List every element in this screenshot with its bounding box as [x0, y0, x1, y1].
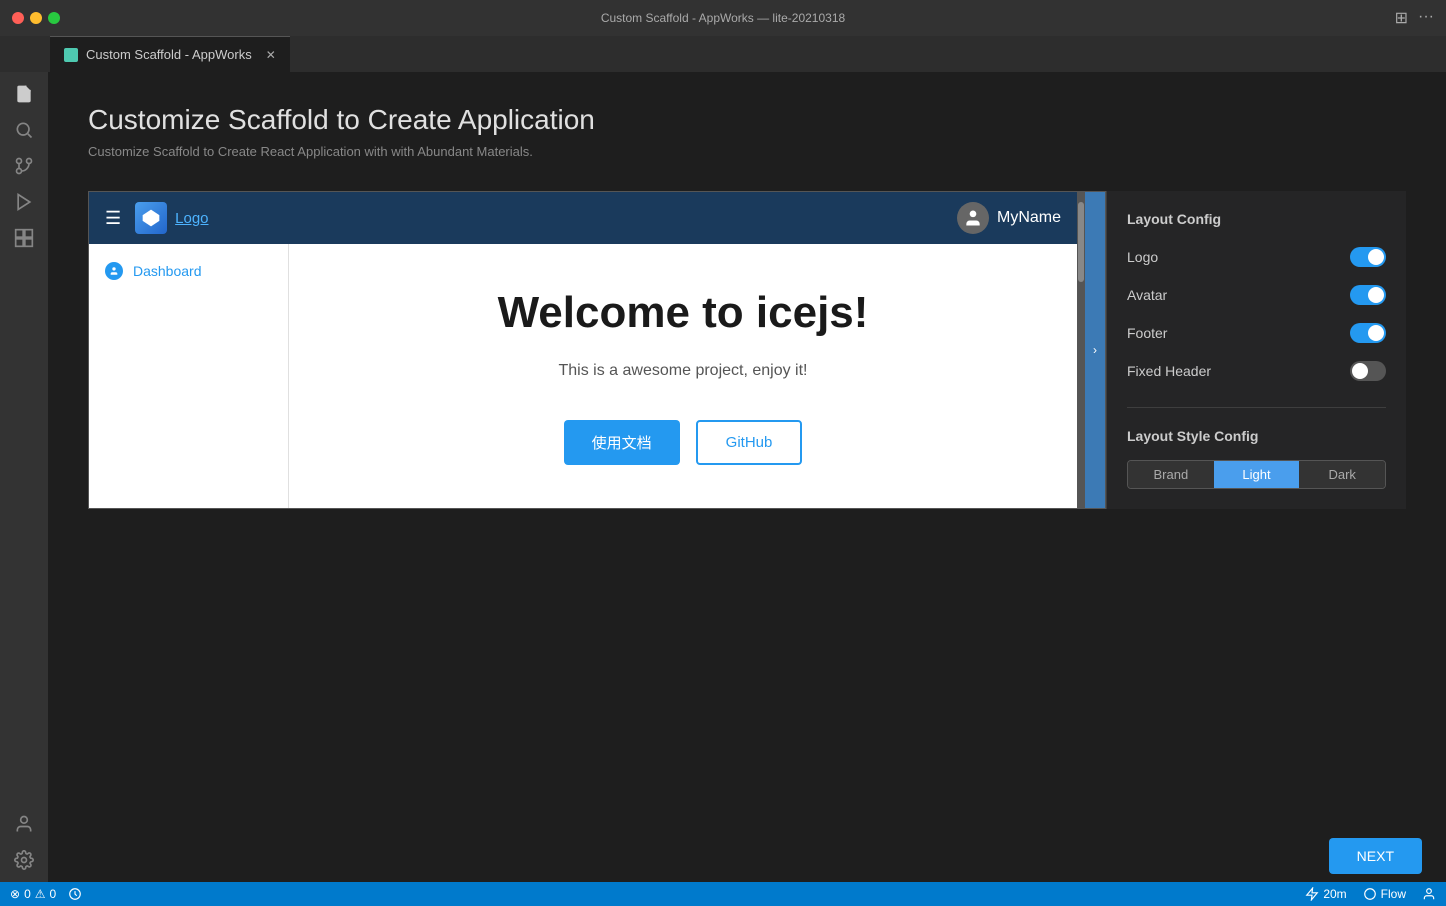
maximize-button[interactable]: [48, 12, 60, 24]
close-button[interactable]: [12, 12, 24, 24]
preview-container: ☰ Logo: [88, 191, 1406, 509]
logo-toggle[interactable]: [1350, 247, 1386, 267]
flow-label: Flow: [1381, 887, 1406, 901]
layout-config-title: Layout Config: [1127, 211, 1386, 227]
welcome-buttons: 使用文档 GitHub: [564, 420, 803, 465]
next-button[interactable]: NEXT: [1329, 838, 1422, 874]
welcome-subtitle: This is a awesome project, enjoy it!: [559, 362, 808, 380]
tab-icon: [64, 48, 78, 62]
app-body: Dashboard Welcome to icejs! This is a aw…: [89, 244, 1077, 508]
history-icon[interactable]: [68, 887, 82, 901]
toggle-knob-4: [1352, 363, 1368, 379]
preview-frame: ☰ Logo: [89, 192, 1077, 508]
avatar-toggle[interactable]: [1350, 285, 1386, 305]
config-logo-label: Logo: [1127, 249, 1158, 265]
config-avatar-row: Avatar: [1127, 285, 1386, 305]
tab-close-button[interactable]: ✕: [266, 48, 276, 62]
search-icon[interactable]: [10, 116, 38, 144]
scrollbar-thumb: [1078, 202, 1084, 282]
minimize-button[interactable]: [30, 12, 42, 24]
app-main-content: Welcome to icejs! This is a awesome proj…: [289, 244, 1077, 508]
settings-icon[interactable]: [10, 846, 38, 874]
warning-icon: ⚠: [35, 887, 46, 901]
status-left: ⊗ 0 ⚠ 0: [10, 887, 82, 901]
scrollbar[interactable]: [1077, 192, 1085, 508]
avatar-name: MyName: [997, 209, 1061, 227]
divider: [1127, 407, 1386, 408]
titlebar: Custom Scaffold - AppWorks — lite-202103…: [0, 0, 1446, 36]
titlebar-actions: ⊞ ···: [1395, 8, 1434, 28]
app-sidebar: Dashboard: [89, 244, 289, 508]
menu-icon[interactable]: ☰: [105, 208, 121, 229]
account-icon[interactable]: [10, 810, 38, 838]
source-control-icon[interactable]: [10, 152, 38, 180]
right-panel: Layout Config Logo Avatar: [1106, 191, 1406, 509]
footer-toggle[interactable]: [1350, 323, 1386, 343]
user-avatar: MyName: [957, 202, 1061, 234]
config-fixed-header-row: Fixed Header: [1127, 361, 1386, 381]
editor-content: Customize Scaffold to Create Application…: [48, 72, 1446, 882]
docs-button[interactable]: 使用文档: [564, 420, 680, 465]
style-brand-button[interactable]: Brand: [1128, 461, 1214, 488]
config-logo-row: Logo: [1127, 247, 1386, 267]
active-tab[interactable]: Custom Scaffold - AppWorks ✕: [50, 36, 290, 72]
editor-area: Customize Scaffold to Create Application…: [48, 72, 1446, 882]
warning-count: 0: [50, 887, 57, 901]
style-light-button[interactable]: Light: [1214, 461, 1300, 488]
error-icon: ⊗: [10, 887, 20, 901]
config-fixed-header-label: Fixed Header: [1127, 363, 1211, 379]
style-buttons: Brand Light Dark: [1127, 460, 1386, 489]
tab-label: Custom Scaffold - AppWorks: [86, 47, 252, 62]
avatar-image: [957, 202, 989, 234]
time-indicator: 20m: [1305, 887, 1346, 901]
page-subtitle: Customize Scaffold to Create React Appli…: [88, 144, 1406, 159]
config-avatar-label: Avatar: [1127, 287, 1167, 303]
error-count: 0: [24, 887, 31, 901]
files-icon[interactable]: [10, 80, 38, 108]
app-header: ☰ Logo: [89, 192, 1077, 244]
collapse-panel-button[interactable]: ›: [1085, 192, 1105, 508]
time-label: 20m: [1323, 887, 1346, 901]
app-logo: Logo: [135, 202, 208, 234]
more-actions-icon[interactable]: ···: [1418, 8, 1434, 28]
toggle-knob-3: [1368, 325, 1384, 341]
github-button[interactable]: GitHub: [696, 420, 803, 465]
user-icon: [1422, 887, 1436, 901]
titlebar-title: Custom Scaffold - AppWorks — lite-202103…: [601, 11, 845, 25]
sidebar-item-dashboard[interactable]: Dashboard: [89, 252, 288, 290]
window-controls: [12, 12, 60, 24]
tabbar: Custom Scaffold - AppWorks ✕: [0, 36, 1446, 72]
extensions-icon[interactable]: [10, 224, 38, 252]
activity-bar-bottom: [10, 810, 38, 882]
status-bar: ⊗ 0 ⚠ 0 20m Flow: [0, 882, 1446, 906]
fixed-header-toggle[interactable]: [1350, 361, 1386, 381]
next-button-container: NEXT: [1329, 838, 1422, 874]
style-dark-button[interactable]: Dark: [1299, 461, 1385, 488]
logo-label: Logo: [175, 210, 208, 227]
dashboard-icon: [105, 262, 123, 280]
status-right: 20m Flow: [1305, 887, 1436, 901]
run-icon[interactable]: [10, 188, 38, 216]
sidebar-item-label: Dashboard: [133, 263, 202, 279]
welcome-title: Welcome to icejs!: [498, 288, 869, 338]
toggle-knob: [1368, 249, 1384, 265]
activity-bar: [0, 72, 48, 882]
main-layout: Customize Scaffold to Create Application…: [0, 72, 1446, 882]
flow-indicator: Flow: [1363, 887, 1406, 901]
errors-indicator[interactable]: ⊗ 0 ⚠ 0: [10, 887, 56, 901]
split-editor-icon[interactable]: ⊞: [1395, 8, 1408, 28]
config-footer-label: Footer: [1127, 325, 1167, 341]
toggle-knob-2: [1368, 287, 1384, 303]
style-config-title: Layout Style Config: [1127, 428, 1386, 444]
page-title: Customize Scaffold to Create Application: [88, 104, 1406, 136]
logo-image: [135, 202, 167, 234]
config-footer-row: Footer: [1127, 323, 1386, 343]
